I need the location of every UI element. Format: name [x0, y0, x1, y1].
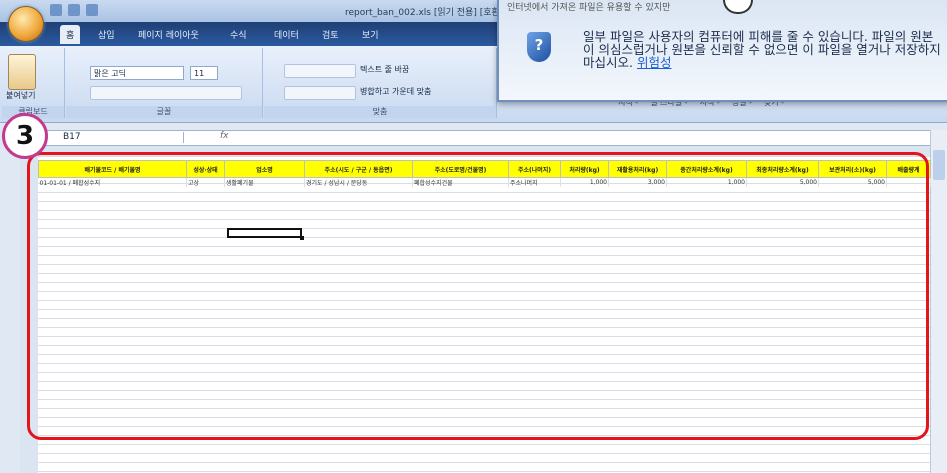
clipboard-group: 붙여넣기 클립보드	[2, 48, 65, 118]
column-header-cell[interactable]: 처리량(kg)	[560, 160, 609, 178]
column-header-cell[interactable]: 주소(나머지)	[508, 160, 561, 178]
tab-review[interactable]: 검토	[322, 28, 339, 41]
tab-insert[interactable]: 삽입	[98, 28, 115, 41]
table-cell[interactable]: 경기도 / 성남시 / 분당동	[304, 177, 413, 187]
table-cell[interactable]: 주소나머지	[508, 177, 561, 187]
office-button[interactable]	[8, 6, 44, 42]
column-header-cell[interactable]: 배기물코드 / 배기물명	[38, 160, 187, 178]
align-bottom-buttons[interactable]	[284, 86, 356, 100]
table-cell[interactable]: 생활폐기물	[224, 177, 305, 187]
undo-icon[interactable]	[68, 4, 80, 16]
table-cell[interactable]: 5,000	[818, 177, 887, 187]
shield-icon	[527, 32, 551, 62]
step-badge: 3	[2, 113, 48, 159]
table-row: 01-01-01 / 폐합성수지 고상 생활폐기물 경기도 / 성남시 / 분당…	[38, 177, 931, 187]
table-cell[interactable]: 5,000	[746, 177, 819, 187]
fx-icon[interactable]: fx	[220, 131, 229, 141]
formula-bar: B17 fx	[20, 130, 947, 146]
save-icon[interactable]	[50, 4, 62, 16]
table-cell[interactable]: 고상	[186, 177, 225, 187]
font-format-buttons[interactable]	[90, 86, 242, 100]
font-size-box[interactable]: 11	[190, 66, 218, 80]
alignment-group: 텍스트 줄 바꿈 병합하고 가운데 맞춤 맞춤	[264, 48, 497, 118]
selected-cell[interactable]	[227, 228, 304, 240]
table-cell[interactable]: 3,000	[608, 177, 667, 187]
column-header-cell[interactable]: 배출량계	[886, 160, 931, 178]
scrollbar-thumb[interactable]	[933, 150, 945, 180]
font-name-box[interactable]: 맑은 고딕	[90, 66, 184, 80]
paste-icon[interactable]	[8, 54, 36, 90]
column-header-cell[interactable]: 성상·상태	[186, 160, 225, 178]
tab-view[interactable]: 보기	[362, 28, 379, 41]
column-header-cell[interactable]: 재활용처리(kg)	[608, 160, 667, 178]
quick-access-toolbar	[50, 4, 98, 16]
tab-page-layout[interactable]: 페이지 레이아웃	[138, 28, 199, 41]
wrap-text-button[interactable]: 텍스트 줄 바꿈	[360, 64, 409, 75]
column-header-cell[interactable]: 주소(도로명/건물명)	[412, 160, 509, 178]
font-group-label: 글꼴	[66, 106, 262, 118]
header-row: 배기물코드 / 배기물명 성상·상태 업소명 주소(시도 / 구군 / 동읍면)…	[38, 160, 931, 178]
row-header[interactable]	[20, 156, 39, 473]
worksheet-grid[interactable]	[38, 156, 930, 473]
tab-data[interactable]: 데이터	[274, 28, 299, 41]
column-header-cell[interactable]: 업소명	[224, 160, 305, 178]
risk-link[interactable]: 위험성	[637, 55, 672, 70]
data-table: 배기물코드 / 배기물명 성상·상태 업소명 주소(시도 / 구군 / 동읍면)…	[38, 160, 931, 187]
paste-label: 붙여넣기	[6, 91, 36, 100]
dialog-message-block: 일부 파일은 사용자의 컴퓨터에 피해를 줄 수 있습니다. 파일의 원본이 의…	[583, 30, 943, 69]
table-cell[interactable]: 폐합성수지건물	[412, 177, 509, 187]
redo-icon[interactable]	[86, 4, 98, 16]
table-cell[interactable]: 1,000	[666, 177, 747, 187]
align-top-buttons[interactable]	[284, 64, 356, 78]
alignment-group-label: 맞춤	[264, 106, 496, 118]
dialog-top-text: 인터넷에서 가져온 파일은 유용할 수 있지만	[507, 3, 671, 13]
column-header-cell[interactable]: 최종처리량소계(kg)	[746, 160, 819, 178]
merge-center-button[interactable]: 병합하고 가운데 맞춤	[360, 86, 431, 97]
security-warning-dialog: 인터넷에서 가져온 파일은 유용할 수 있지만 일부 파일은 사용자의 컴퓨터에…	[497, 0, 947, 102]
column-header-cell[interactable]: 중간처리량소계(kg)	[666, 160, 747, 178]
name-box[interactable]: B17	[60, 132, 184, 143]
table-cell[interactable]	[886, 177, 931, 187]
table-cell[interactable]: 1,000	[560, 177, 609, 187]
font-group: 맑은 고딕 11 글꼴	[66, 48, 263, 118]
column-header-cell[interactable]: 보관처리(소)(kg)	[818, 160, 887, 178]
tab-home[interactable]: 홈	[60, 25, 81, 44]
tab-formulas[interactable]: 수식	[230, 28, 247, 41]
column-header-cell[interactable]: 주소(시도 / 구군 / 동읍면)	[304, 160, 413, 178]
vertical-scrollbar[interactable]	[930, 130, 947, 473]
table-cell[interactable]: 01-01-01 / 폐합성수지	[38, 177, 187, 187]
